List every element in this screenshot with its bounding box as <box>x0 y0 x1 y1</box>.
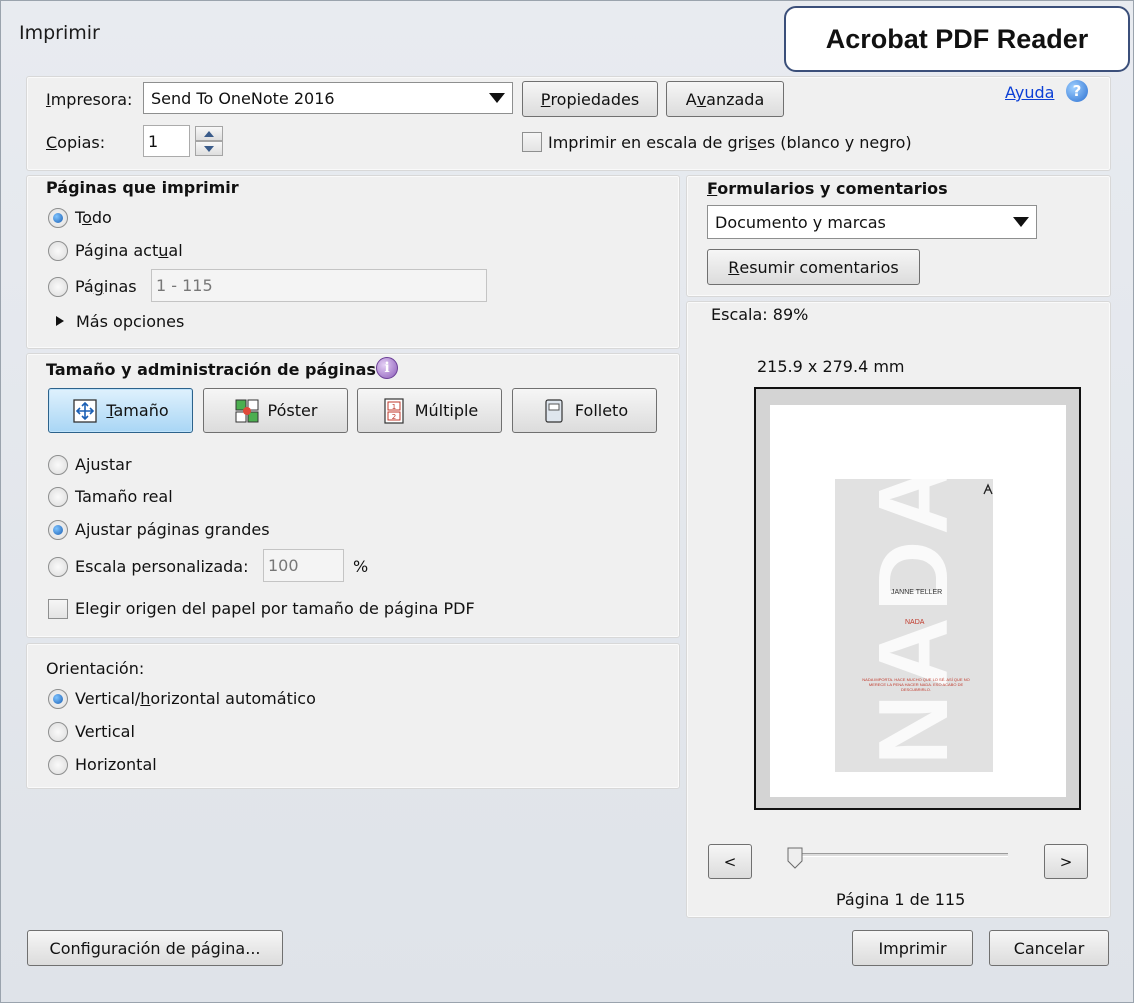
pages-heading: Páginas que imprimir <box>46 178 239 197</box>
summarize-comments-button[interactable]: Resumir comentarios <box>707 249 920 285</box>
multiple-icon: 1 2 <box>384 397 404 424</box>
poster-button-label: Póster <box>267 401 318 420</box>
copies-input[interactable]: 1 <box>143 125 190 157</box>
poster-icon <box>235 399 259 422</box>
properties-button[interactable]: Propiedades <box>522 81 658 117</box>
page-slider-track[interactable] <box>788 853 1008 857</box>
grayscale-label: Imprimir en escala de grises (blanco y n… <box>548 133 912 152</box>
poster-button[interactable]: Póster <box>203 388 348 433</box>
page-setup-button[interactable]: Configuración de página... <box>27 930 283 966</box>
app-name-badge: Acrobat PDF Reader <box>784 6 1130 72</box>
page-indicator: Página 1 de 115 <box>836 890 966 909</box>
pages-all-label[interactable]: Todo <box>75 208 112 227</box>
publisher-logo-icon <box>983 483 993 495</box>
book-cover-subtitle: NADA <box>905 619 925 626</box>
book-cover-author: JANNE TELLER <box>891 589 943 596</box>
more-options-toggle[interactable]: Más opciones <box>76 312 184 331</box>
orientation-heading: Orientación: <box>46 659 145 678</box>
forms-heading: Formularios y comentarios <box>707 179 948 198</box>
copies-decrement[interactable] <box>195 141 223 156</box>
cancel-button[interactable]: Cancelar <box>989 930 1109 966</box>
custom-scale-radio[interactable] <box>48 557 68 577</box>
actual-size-label[interactable]: Tamaño real <box>75 487 173 506</box>
auto-orientation-radio[interactable] <box>48 689 68 709</box>
size-button-label: Tamaño <box>106 401 169 420</box>
portrait-label[interactable]: Vertical <box>75 722 135 741</box>
size-button[interactable]: Tamaño <box>48 388 193 433</box>
auto-orientation-label[interactable]: Vertical/horizontal automático <box>75 689 316 708</box>
actual-size-radio[interactable] <box>48 487 68 507</box>
chevron-down-icon[interactable] <box>482 83 512 113</box>
info-icon[interactable]: i <box>376 357 398 379</box>
fit-radio[interactable] <box>48 455 68 475</box>
printer-label: Impresora: <box>46 90 133 109</box>
help-icon[interactable]: ? <box>1066 80 1088 102</box>
booklet-button-label: Folleto <box>574 401 629 420</box>
page-preview-sheet: NADA JANNE TELLER NADA NADA IMPORTA. HAC… <box>770 405 1066 797</box>
page-preview-frame: NADA JANNE TELLER NADA NADA IMPORTA. HAC… <box>754 387 1081 810</box>
paper-source-label[interactable]: Elegir origen del papel por tamaño de pá… <box>75 599 475 618</box>
shrink-oversized-label[interactable]: Ajustar páginas grandes <box>75 520 270 539</box>
page-slider-thumb[interactable] <box>787 847 803 869</box>
custom-scale-input[interactable]: 100 <box>263 549 344 582</box>
booklet-icon <box>545 398 563 423</box>
multiple-button[interactable]: 1 2 Múltiple <box>357 388 502 433</box>
svg-text:1: 1 <box>391 403 395 411</box>
multiple-button-label: Múltiple <box>414 401 479 420</box>
arrow-down-icon <box>204 145 214 152</box>
landscape-label[interactable]: Horizontal <box>75 755 157 774</box>
paper-source-checkbox[interactable] <box>48 599 68 619</box>
booklet-button[interactable]: Folleto <box>512 388 657 433</box>
pages-range-label[interactable]: Páginas <box>75 277 137 296</box>
pages-current-radio[interactable] <box>48 241 68 261</box>
size-icon <box>73 398 98 423</box>
percent-label: % <box>353 557 369 576</box>
advanced-button[interactable]: Av anzada <box>666 81 784 117</box>
chevron-down-icon[interactable] <box>1006 206 1036 238</box>
printer-select[interactable]: Send To OneNote 2016 <box>143 82 513 114</box>
window-title: Imprimir <box>19 22 100 44</box>
forms-select[interactable]: Documento y marcas <box>707 205 1037 239</box>
custom-scale-label[interactable]: Escala personalizada: <box>75 557 248 576</box>
shrink-oversized-radio[interactable] <box>48 520 68 540</box>
printer-select-value: Send To OneNote 2016 <box>151 88 335 108</box>
paper-dimensions: 215.9 x 279.4 mm <box>757 357 905 376</box>
book-cover: NADA JANNE TELLER NADA NADA IMPORTA. HAC… <box>835 479 993 772</box>
copies-increment[interactable] <box>195 126 223 141</box>
pages-current-label[interactable]: Página actual <box>75 241 183 260</box>
sizing-heading: Tamaño y administración de páginas <box>46 360 376 379</box>
scale-readout: Escala: 89% <box>711 305 809 324</box>
forms-select-value: Documento y marcas <box>715 212 886 232</box>
pages-range-radio[interactable] <box>48 277 68 297</box>
expand-arrow-icon[interactable] <box>56 316 64 326</box>
arrow-up-icon <box>204 130 214 137</box>
print-button[interactable]: Imprimir <box>852 930 973 966</box>
help-link[interactable]: Ayuda <box>1005 83 1054 102</box>
portrait-radio[interactable] <box>48 722 68 742</box>
pages-range-input[interactable]: 1 - 115 <box>151 269 487 302</box>
book-cover-tagline: NADA IMPORTA. HACE MUCHO QUE LO SÉ. ASÍ … <box>862 677 970 692</box>
previous-page-button[interactable]: < <box>708 844 752 879</box>
fit-label[interactable]: Ajustar <box>75 455 132 474</box>
grayscale-checkbox[interactable] <box>522 132 542 152</box>
pages-all-radio[interactable] <box>48 208 68 228</box>
copies-label: Copias: <box>46 133 106 152</box>
next-page-button[interactable]: > <box>1044 844 1088 879</box>
landscape-radio[interactable] <box>48 755 68 775</box>
svg-text:2: 2 <box>391 413 395 421</box>
